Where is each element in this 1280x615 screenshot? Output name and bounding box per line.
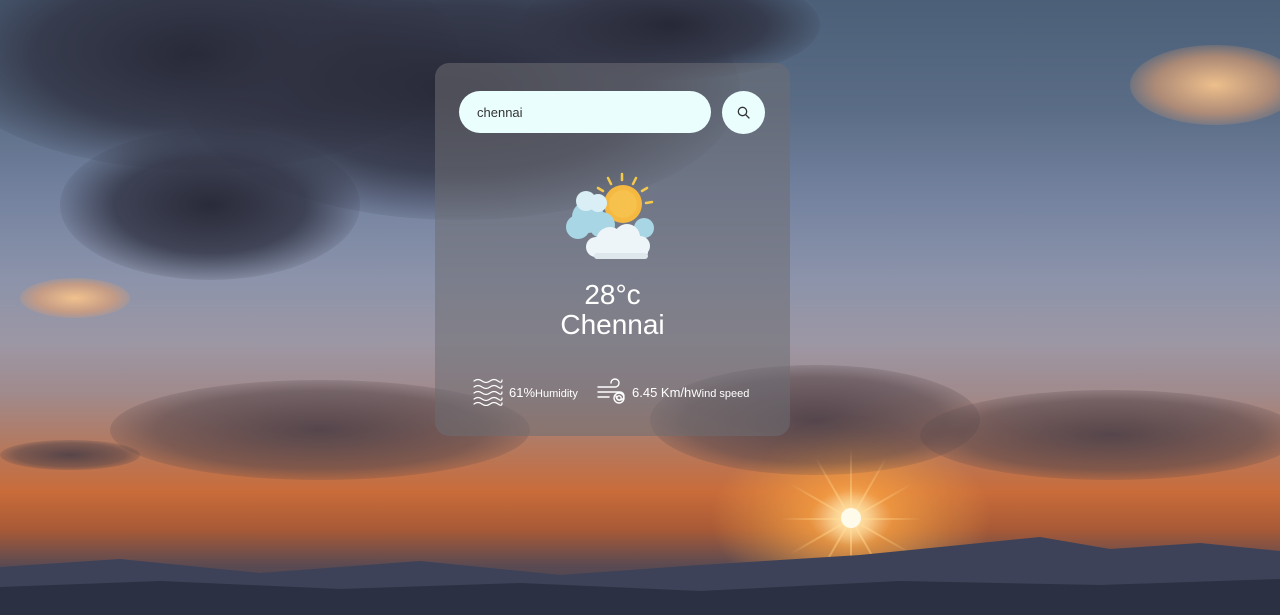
horizon-cloud [0, 440, 140, 470]
temperature-value: 28°c [584, 279, 641, 310]
mountain-silhouette [0, 537, 1280, 615]
humidity-waves-icon [473, 378, 503, 406]
city-name: Chennai [560, 309, 665, 340]
humidity-stat: 61% Humidity [473, 378, 578, 406]
partly-cloudy-sun-icon [566, 172, 654, 259]
wind-stat: 6.45 Km/h Wind speed [596, 378, 749, 406]
warm-cloud [20, 278, 130, 318]
search-input[interactable] [459, 91, 711, 133]
wind-label: Wind speed [691, 388, 750, 400]
search-button[interactable] [722, 91, 765, 134]
humidity-value: 61% [509, 384, 536, 400]
warm-cloud [1130, 45, 1280, 125]
horizon-cloud [920, 390, 1280, 480]
wind-icon [596, 378, 626, 406]
wind-value: 6.45 Km/h [632, 384, 692, 400]
dark-cloud [60, 130, 360, 280]
weather-card: 28°c Chennai 61% Humidity [435, 63, 790, 436]
search-icon [737, 106, 750, 119]
humidity-label: Humidity [535, 388, 578, 400]
